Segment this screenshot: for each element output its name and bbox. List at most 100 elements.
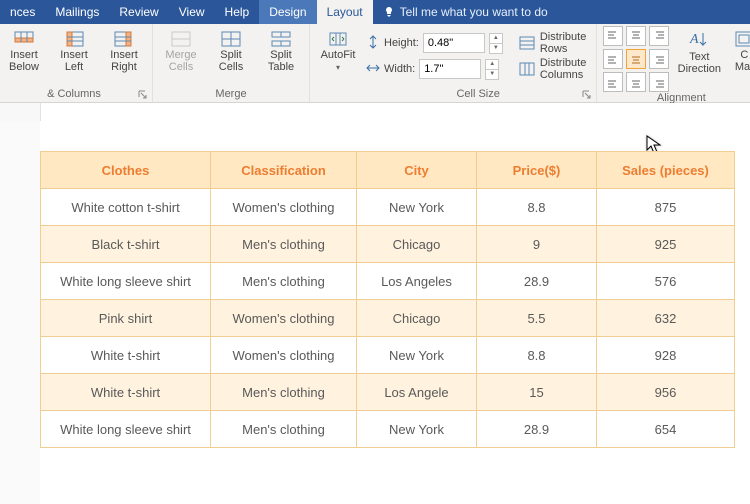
svg-text:A: A [689,32,699,47]
align-top-right-button[interactable] [649,26,669,46]
ribbon-tabs: nces Mailings Review View Help Design La… [0,0,750,24]
split-table-button[interactable]: Split Table [259,26,303,73]
align-top-center-button[interactable] [626,26,646,46]
height-spin-up[interactable]: ▲ [489,33,503,43]
table-cell[interactable]: 576 [597,263,735,300]
width-control: Width: ▲▼ [366,58,503,80]
alignment-grid [603,26,669,92]
data-table[interactable]: Clothes Classification City Price($) Sal… [40,151,735,448]
text-direction-button[interactable]: A Text Direction [677,26,721,75]
insert-right-button[interactable]: Insert Right [102,26,146,73]
table-cell[interactable]: 8.8 [477,189,597,226]
insert-below-icon [14,30,34,48]
table-cell[interactable]: White long sleeve shirt [41,411,211,448]
column-header[interactable]: Clothes [41,152,211,189]
table-cell[interactable]: 654 [597,411,735,448]
merge-cells-button: Merge Cells [159,26,203,73]
table-cell[interactable]: Los Angeles [357,263,477,300]
width-spin-down[interactable]: ▼ [485,69,499,80]
table-cell[interactable]: Men's clothing [211,374,357,411]
tab-layout[interactable]: Layout [317,0,373,24]
height-input[interactable] [423,33,485,53]
autofit-icon [328,30,348,48]
tab-mailings[interactable]: Mailings [45,0,109,24]
insert-left-button[interactable]: Insert Left [52,26,96,73]
column-header[interactable]: Sales (pieces) [597,152,735,189]
table-row[interactable]: Black t-shirtMen's clothingChicago9925 [41,226,735,263]
table-cell[interactable]: White t-shirt [41,337,211,374]
cell-margins-button[interactable]: C Mar [729,26,750,73]
height-spin-down[interactable]: ▼ [489,43,503,54]
align-middle-left-button[interactable] [603,49,623,69]
split-cells-button[interactable]: Split Cells [209,26,253,73]
table-cell[interactable]: 28.9 [477,263,597,300]
merge-cells-icon [171,30,191,48]
ruler-corner [0,103,41,122]
table-cell[interactable]: Men's clothing [211,411,357,448]
tab-view[interactable]: View [169,0,215,24]
table-cell[interactable]: Women's clothing [211,189,357,226]
table-cell[interactable]: 15 [477,374,597,411]
table-cell[interactable]: Men's clothing [211,263,357,300]
column-header[interactable]: Classification [211,152,357,189]
autofit-button[interactable]: AutoFit ▾ [316,26,360,72]
table-cell[interactable]: Men's clothing [211,226,357,263]
align-middle-right-button[interactable] [649,49,669,69]
table-row[interactable]: White long sleeve shirtMen's clothingNew… [41,411,735,448]
cell-margins-icon [734,30,750,48]
table-cell[interactable]: Women's clothing [211,300,357,337]
table-row[interactable]: White t-shirtWomen's clothingNew York8.8… [41,337,735,374]
table-cell[interactable]: 925 [597,226,735,263]
split-cells-label: Split Cells [219,50,243,73]
height-icon [366,35,380,52]
page[interactable]: Clothes Classification City Price($) Sal… [40,121,750,504]
align-top-left-button[interactable] [603,26,623,46]
table-cell[interactable]: New York [357,189,477,226]
align-middle-center-button[interactable] [626,49,646,69]
table-cell[interactable]: 28.9 [477,411,597,448]
table-cell[interactable]: New York [357,411,477,448]
table-cell[interactable]: 9 [477,226,597,263]
table-cell[interactable]: Chicago [357,226,477,263]
align-bottom-center-button[interactable] [626,72,646,92]
table-cell[interactable]: 875 [597,189,735,226]
tab-references-partial[interactable]: nces [0,0,45,24]
align-bottom-right-button[interactable] [649,72,669,92]
table-row[interactable]: White cotton t-shirtWomen's clothingNew … [41,189,735,226]
tab-review[interactable]: Review [109,0,168,24]
width-spin-up[interactable]: ▲ [485,59,499,69]
table-cell[interactable]: White cotton t-shirt [41,189,211,226]
table-row[interactable]: White t-shirtMen's clothingLos Angele159… [41,374,735,411]
table-row[interactable]: White long sleeve shirtMen's clothingLos… [41,263,735,300]
table-cell[interactable]: Black t-shirt [41,226,211,263]
table-cell[interactable]: Pink shirt [41,300,211,337]
table-cell[interactable]: 632 [597,300,735,337]
tell-me-search[interactable]: Tell me what you want to do [373,0,558,24]
tab-help[interactable]: Help [215,0,260,24]
table-cell[interactable]: 928 [597,337,735,374]
table-cell[interactable]: New York [357,337,477,374]
align-bottom-left-button[interactable] [603,72,623,92]
insert-left-label: Insert Left [60,50,88,73]
rows-columns-launcher-icon[interactable] [138,89,148,99]
distribute-columns-button[interactable]: Distribute Columns [515,58,590,80]
group-cell-size-label: Cell Size [366,88,590,102]
table-cell[interactable]: Chicago [357,300,477,337]
table-cell[interactable]: Los Angele [357,374,477,411]
table-cell[interactable]: 956 [597,374,735,411]
distribute-rows-button[interactable]: Distribute Rows [515,32,590,54]
table-cell[interactable]: Women's clothing [211,337,357,374]
column-header[interactable]: Price($) [477,152,597,189]
table-cell[interactable]: White long sleeve shirt [41,263,211,300]
table-row[interactable]: Pink shirtWomen's clothingChicago5.5632 [41,300,735,337]
text-direction-label: Text Direction [678,52,721,75]
tab-design[interactable]: Design [259,0,316,24]
column-header[interactable]: City [357,152,477,189]
table-cell[interactable]: 8.8 [477,337,597,374]
table-cell[interactable]: White t-shirt [41,374,211,411]
table-cell[interactable]: 5.5 [477,300,597,337]
width-input[interactable] [419,59,481,79]
cell-size-launcher-icon[interactable] [582,89,592,99]
text-direction-icon: A [688,30,710,50]
insert-below-button[interactable]: Insert Below [2,26,46,73]
